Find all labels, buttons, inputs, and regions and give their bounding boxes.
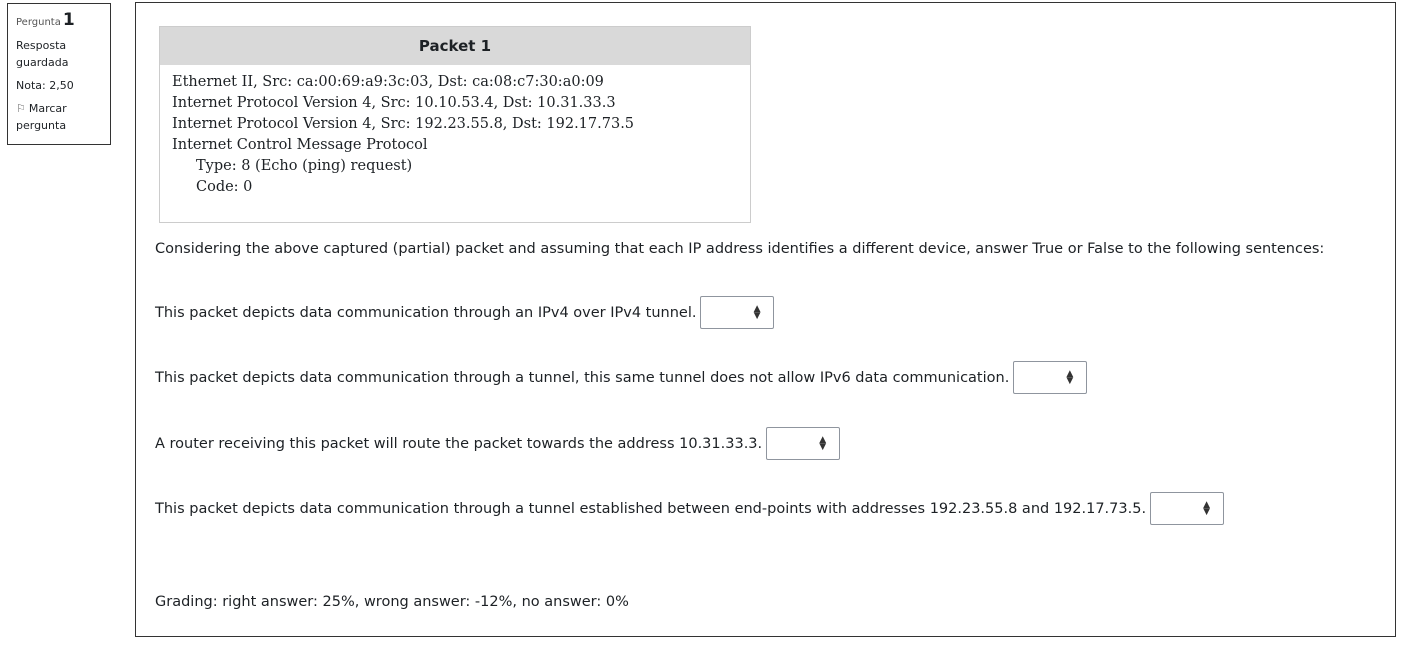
sort-arrows-icon: ▲ ▼ <box>1203 500 1211 517</box>
sentence-text: This packet depicts data communication t… <box>155 304 697 321</box>
question-number: 1 <box>62 10 75 30</box>
packet-line: Code: 0 <box>196 179 253 195</box>
sentence-row-4: This packet depicts data communication t… <box>155 491 1225 526</box>
flag-question-link[interactable]: ⚐ Marcar pergunta <box>16 100 102 134</box>
question-number-label: Pergunta <box>16 17 61 28</box>
sentence-text: This packet depicts data communication t… <box>155 500 1147 517</box>
packet-line: Type: 8 (Echo (ping) request) <box>196 158 413 174</box>
packet-line: Ethernet II, Src: ca:00:69:a9:3c:03, Dst… <box>172 74 604 90</box>
packet-line: Internet Protocol Version 4, Src: 10.10.… <box>172 95 616 111</box>
answer-select-4[interactable]: ▲ ▼ <box>1150 492 1225 525</box>
flag-icon: ⚐ <box>16 102 26 115</box>
question-grade: Nota: 2,50 <box>16 79 74 92</box>
packet-table: Packet 1 Ethernet II, Src: ca:00:69:a9:3… <box>159 26 751 223</box>
answer-select-2[interactable]: ▲ ▼ <box>1013 361 1088 394</box>
packet-title: Packet 1 <box>160 27 750 65</box>
sort-arrows-icon: ▲ ▼ <box>1066 369 1074 386</box>
sentence-row-2: This packet depicts data communication t… <box>155 360 1088 395</box>
grading-info: Grading: right answer: 25%, wrong answer… <box>155 594 629 610</box>
question-intro: Considering the above captured (partial)… <box>155 241 1325 257</box>
sentence-row-3: A router receiving this packet will rout… <box>155 426 841 461</box>
packet-line: Internet Protocol Version 4, Src: 192.23… <box>172 116 635 132</box>
question-content: Packet 1 Ethernet II, Src: ca:00:69:a9:3… <box>135 2 1396 637</box>
question-info-panel: Pergunta 1 Resposta guardada Nota: 2,50 ⚐… <box>7 3 111 145</box>
question-state: Resposta guardada <box>16 39 69 69</box>
question-number-row: Pergunta 1 <box>16 10 102 30</box>
sort-arrows-icon: ▲ ▼ <box>819 435 827 452</box>
answer-select-3[interactable]: ▲ ▼ <box>766 427 841 460</box>
packet-line: Internet Control Message Protocol <box>172 137 428 153</box>
sentence-row-1: This packet depicts data communication t… <box>155 295 775 330</box>
sentence-text: A router receiving this packet will rout… <box>155 435 763 452</box>
packet-body: Ethernet II, Src: ca:00:69:a9:3c:03, Dst… <box>160 65 750 205</box>
answer-select-1[interactable]: ▲ ▼ <box>700 296 775 329</box>
sentence-text: This packet depicts data communication t… <box>155 369 1010 386</box>
sort-arrows-icon: ▲ ▼ <box>753 304 761 321</box>
